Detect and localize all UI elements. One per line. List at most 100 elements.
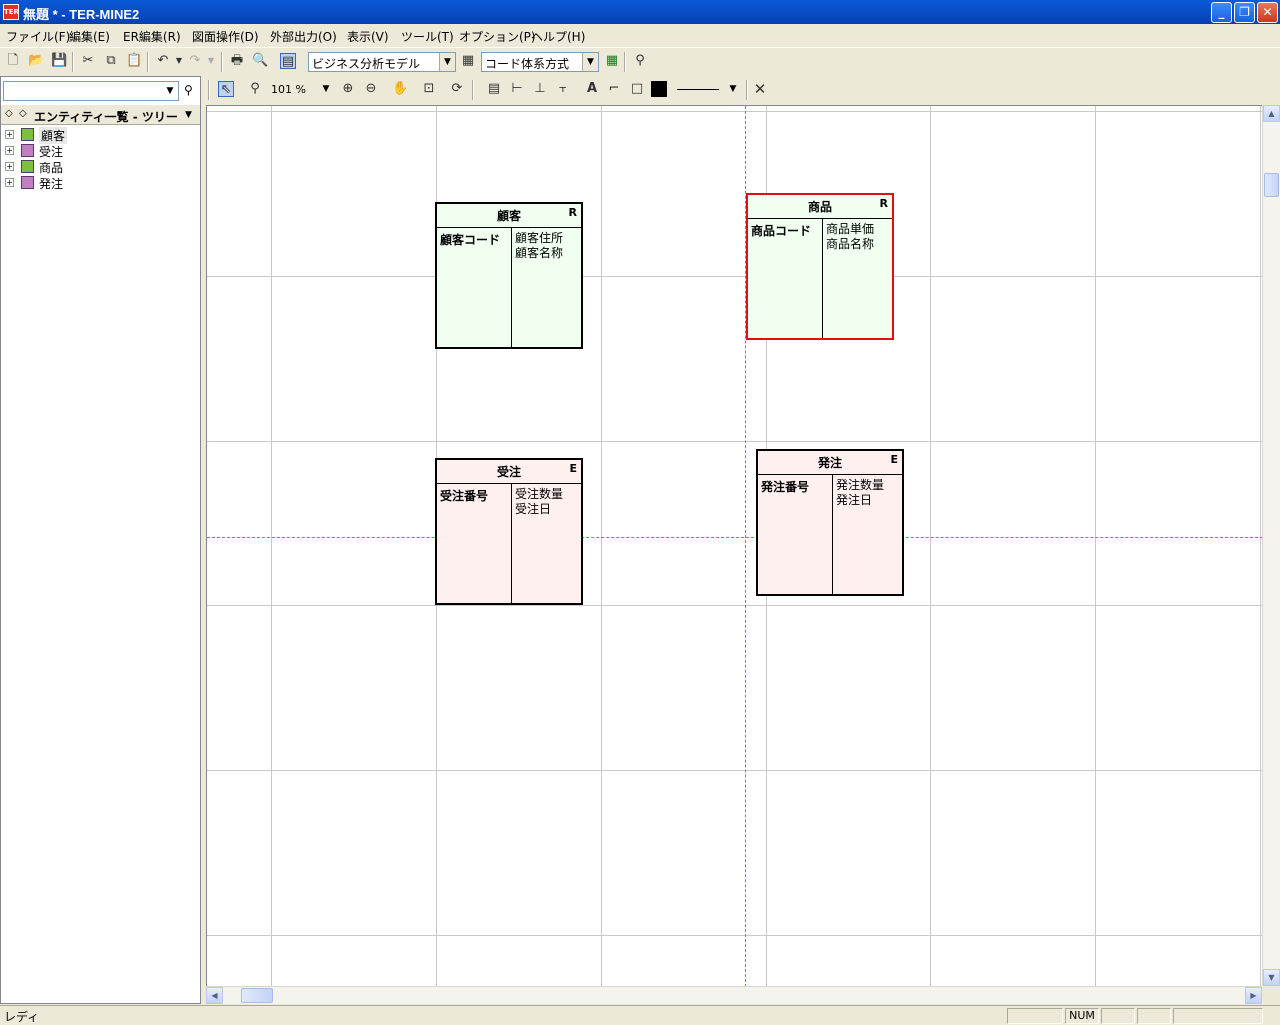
relation-line-icon[interactable]: ⊢: [509, 81, 525, 97]
entity-attributes: 顧客住所 顧客名称: [513, 228, 581, 264]
fill-color-icon[interactable]: [651, 81, 667, 97]
chevron-down-icon[interactable]: ▼: [318, 80, 334, 98]
entity-name: 受注: [437, 460, 581, 484]
menu-diagram[interactable]: 図面操作(D): [192, 28, 259, 45]
vertical-scrollbar[interactable]: ▲ ▼: [1262, 105, 1280, 986]
entity-order[interactable]: 受注 E 受注番号 受注数量 受注日: [435, 458, 583, 605]
rectangle-icon[interactable]: □: [629, 81, 645, 97]
scroll-down-icon[interactable]: ▼: [1263, 969, 1280, 986]
tree-item-label: 顧客: [39, 127, 68, 144]
entity-product[interactable]: 商品 R 商品コード 商品単価 商品名称: [746, 193, 894, 340]
status-panel: [1173, 1008, 1263, 1024]
diagram-toolbar: ⇖ ⚲ 101 % ▼ ⊕ ⊖ ✋ ⊡ ⟳ ▤ ⊢ ⊥ ⫟ A ⌐ □ ▼ ✕: [206, 76, 1280, 104]
scroll-left-icon[interactable]: ◀: [206, 987, 223, 1004]
entity-key: 受注番号: [437, 484, 512, 603]
chevron-down-icon[interactable]: ▼: [185, 110, 192, 120]
grid-line: [207, 605, 1262, 606]
entity-customer[interactable]: 顧客 R 顧客コード 顧客住所 顧客名称: [435, 202, 583, 349]
select-pointer-icon[interactable]: ⇖: [218, 81, 234, 97]
chevron-down-icon[interactable]: ▼: [162, 82, 178, 100]
correspondence-icon[interactable]: ⫟: [555, 81, 571, 97]
menu-er-edit[interactable]: ER編集(R): [123, 28, 181, 45]
vertical-scroll-thumb[interactable]: [1264, 173, 1279, 197]
entity-type-badge: E: [890, 453, 898, 466]
scroll-up-icon[interactable]: ▲: [1263, 105, 1280, 122]
redo-dropdown-icon[interactable]: ▼: [203, 53, 219, 69]
delete-icon[interactable]: ✕: [752, 81, 768, 97]
model-view-icon[interactable]: ▤: [280, 53, 296, 69]
minimize-button[interactable]: _: [1211, 2, 1232, 23]
expand-icon[interactable]: +: [5, 130, 14, 139]
menu-file[interactable]: ファイル(F): [6, 28, 70, 45]
entity-purchase-order[interactable]: 発注 E 発注番号 発注数量 発注日: [756, 449, 904, 596]
menu-options[interactable]: オプション(P): [459, 28, 536, 45]
grid-line: [207, 770, 1262, 771]
open-folder-icon[interactable]: 📂: [28, 53, 44, 69]
event-entity-icon: [21, 176, 34, 189]
new-file-icon[interactable]: 🗋: [5, 53, 21, 69]
zoom-out-icon[interactable]: ⊖: [363, 81, 379, 97]
entity-type-badge: R: [879, 197, 888, 210]
horizontal-scroll-thumb[interactable]: [241, 988, 273, 1003]
scroll-right-icon[interactable]: ▶: [1245, 987, 1262, 1004]
subtype-icon[interactable]: ⊥: [532, 81, 548, 97]
model-select-value: ビジネス分析モデル: [312, 57, 421, 71]
code-system-select[interactable]: コード体系方式 ▼: [481, 52, 599, 72]
save-icon[interactable]: 💾: [51, 53, 67, 69]
entity-attributes: 受注数量 受注日: [513, 484, 581, 520]
menu-view[interactable]: 表示(V): [347, 28, 389, 45]
chevron-down-icon[interactable]: ▼: [582, 53, 598, 71]
main-toolbar: 🗋 📂 💾 ✂ ⧉ 📋 ↶ ▼ ↷ ▼ 🖶 🔍 ▤ ビジネス分析モデル ▼ ▦ …: [0, 47, 1280, 75]
menu-help[interactable]: ヘルプ(H): [531, 28, 585, 45]
entity-key: 発注番号: [758, 475, 833, 594]
table-icon[interactable]: ▦: [460, 53, 476, 69]
copy-icon[interactable]: ⧉: [103, 53, 119, 69]
attribute: 受注日: [515, 502, 552, 516]
undo-dropdown-icon[interactable]: ▼: [171, 53, 187, 69]
er-diagram-canvas[interactable]: 顧客 R 顧客コード 顧客住所 顧客名称 商品 R 商品コード 商品単価 商品名…: [206, 105, 1262, 986]
menu-bar: ファイル(F) 編集(E) ER編集(R) 図面操作(D) 外部出力(O) 表示…: [0, 24, 1280, 46]
undo-icon[interactable]: ↶: [155, 53, 171, 69]
horizontal-scrollbar[interactable]: ◀ ▶: [206, 986, 1262, 1004]
status-panel: [1007, 1008, 1063, 1024]
hand-pan-icon[interactable]: ✋: [392, 81, 408, 97]
toolbar-separator: [221, 52, 223, 72]
model-select[interactable]: ビジネス分析モデル ▼: [308, 52, 456, 72]
grid-settings-icon[interactable]: ▦: [604, 53, 620, 69]
entity-tree-panel: ▼ ⚲ ◇ ◇ エンティティ一覧 - ツリー ▼ + 顧客 + 受注 + 商品 …: [0, 76, 201, 1004]
grid-line: [207, 111, 1262, 112]
menu-edit[interactable]: 編集(E): [69, 28, 110, 45]
forward-arrow-icon[interactable]: ◇: [19, 108, 27, 119]
entity-filter-combo[interactable]: ▼: [3, 81, 179, 101]
fit-page-icon[interactable]: ⊡: [421, 81, 437, 97]
attribute: 発注数量: [836, 478, 885, 492]
find-binoculars-icon[interactable]: ⚲: [632, 53, 648, 69]
restore-button[interactable]: ❐: [1234, 2, 1255, 23]
redo-icon[interactable]: ↷: [187, 53, 203, 69]
zoom-icon[interactable]: ⚲: [247, 81, 263, 97]
connector-icon[interactable]: ⌐: [606, 81, 622, 97]
print-preview-icon[interactable]: 🔍: [252, 53, 268, 69]
refresh-view-icon[interactable]: ⟳: [449, 81, 465, 97]
expand-icon[interactable]: +: [5, 146, 14, 155]
search-icon[interactable]: ⚲: [184, 83, 200, 99]
zoom-in-icon[interactable]: ⊕: [340, 81, 356, 97]
print-icon[interactable]: 🖶: [229, 53, 245, 69]
entity-key: 商品コード: [748, 219, 823, 338]
toolbar-separator: [624, 52, 626, 72]
zoom-select[interactable]: 101 % ▼: [268, 80, 334, 100]
paste-icon[interactable]: 📋: [126, 53, 142, 69]
menu-tools[interactable]: ツール(T): [401, 28, 454, 45]
expand-icon[interactable]: +: [5, 162, 14, 171]
text-tool-icon[interactable]: A: [584, 81, 600, 97]
expand-icon[interactable]: +: [5, 178, 14, 187]
add-entity-icon[interactable]: ▤: [486, 81, 502, 97]
chevron-down-icon[interactable]: ▼: [439, 53, 455, 71]
cut-icon[interactable]: ✂: [80, 53, 96, 69]
close-button[interactable]: ✕: [1257, 2, 1278, 23]
menu-export[interactable]: 外部出力(O): [270, 28, 337, 45]
line-style-select[interactable]: ▼: [673, 80, 741, 100]
tree-header: ◇ ◇ エンティティ一覧 - ツリー ▼: [1, 105, 200, 125]
chevron-down-icon[interactable]: ▼: [725, 80, 741, 98]
back-arrow-icon[interactable]: ◇: [5, 108, 13, 119]
